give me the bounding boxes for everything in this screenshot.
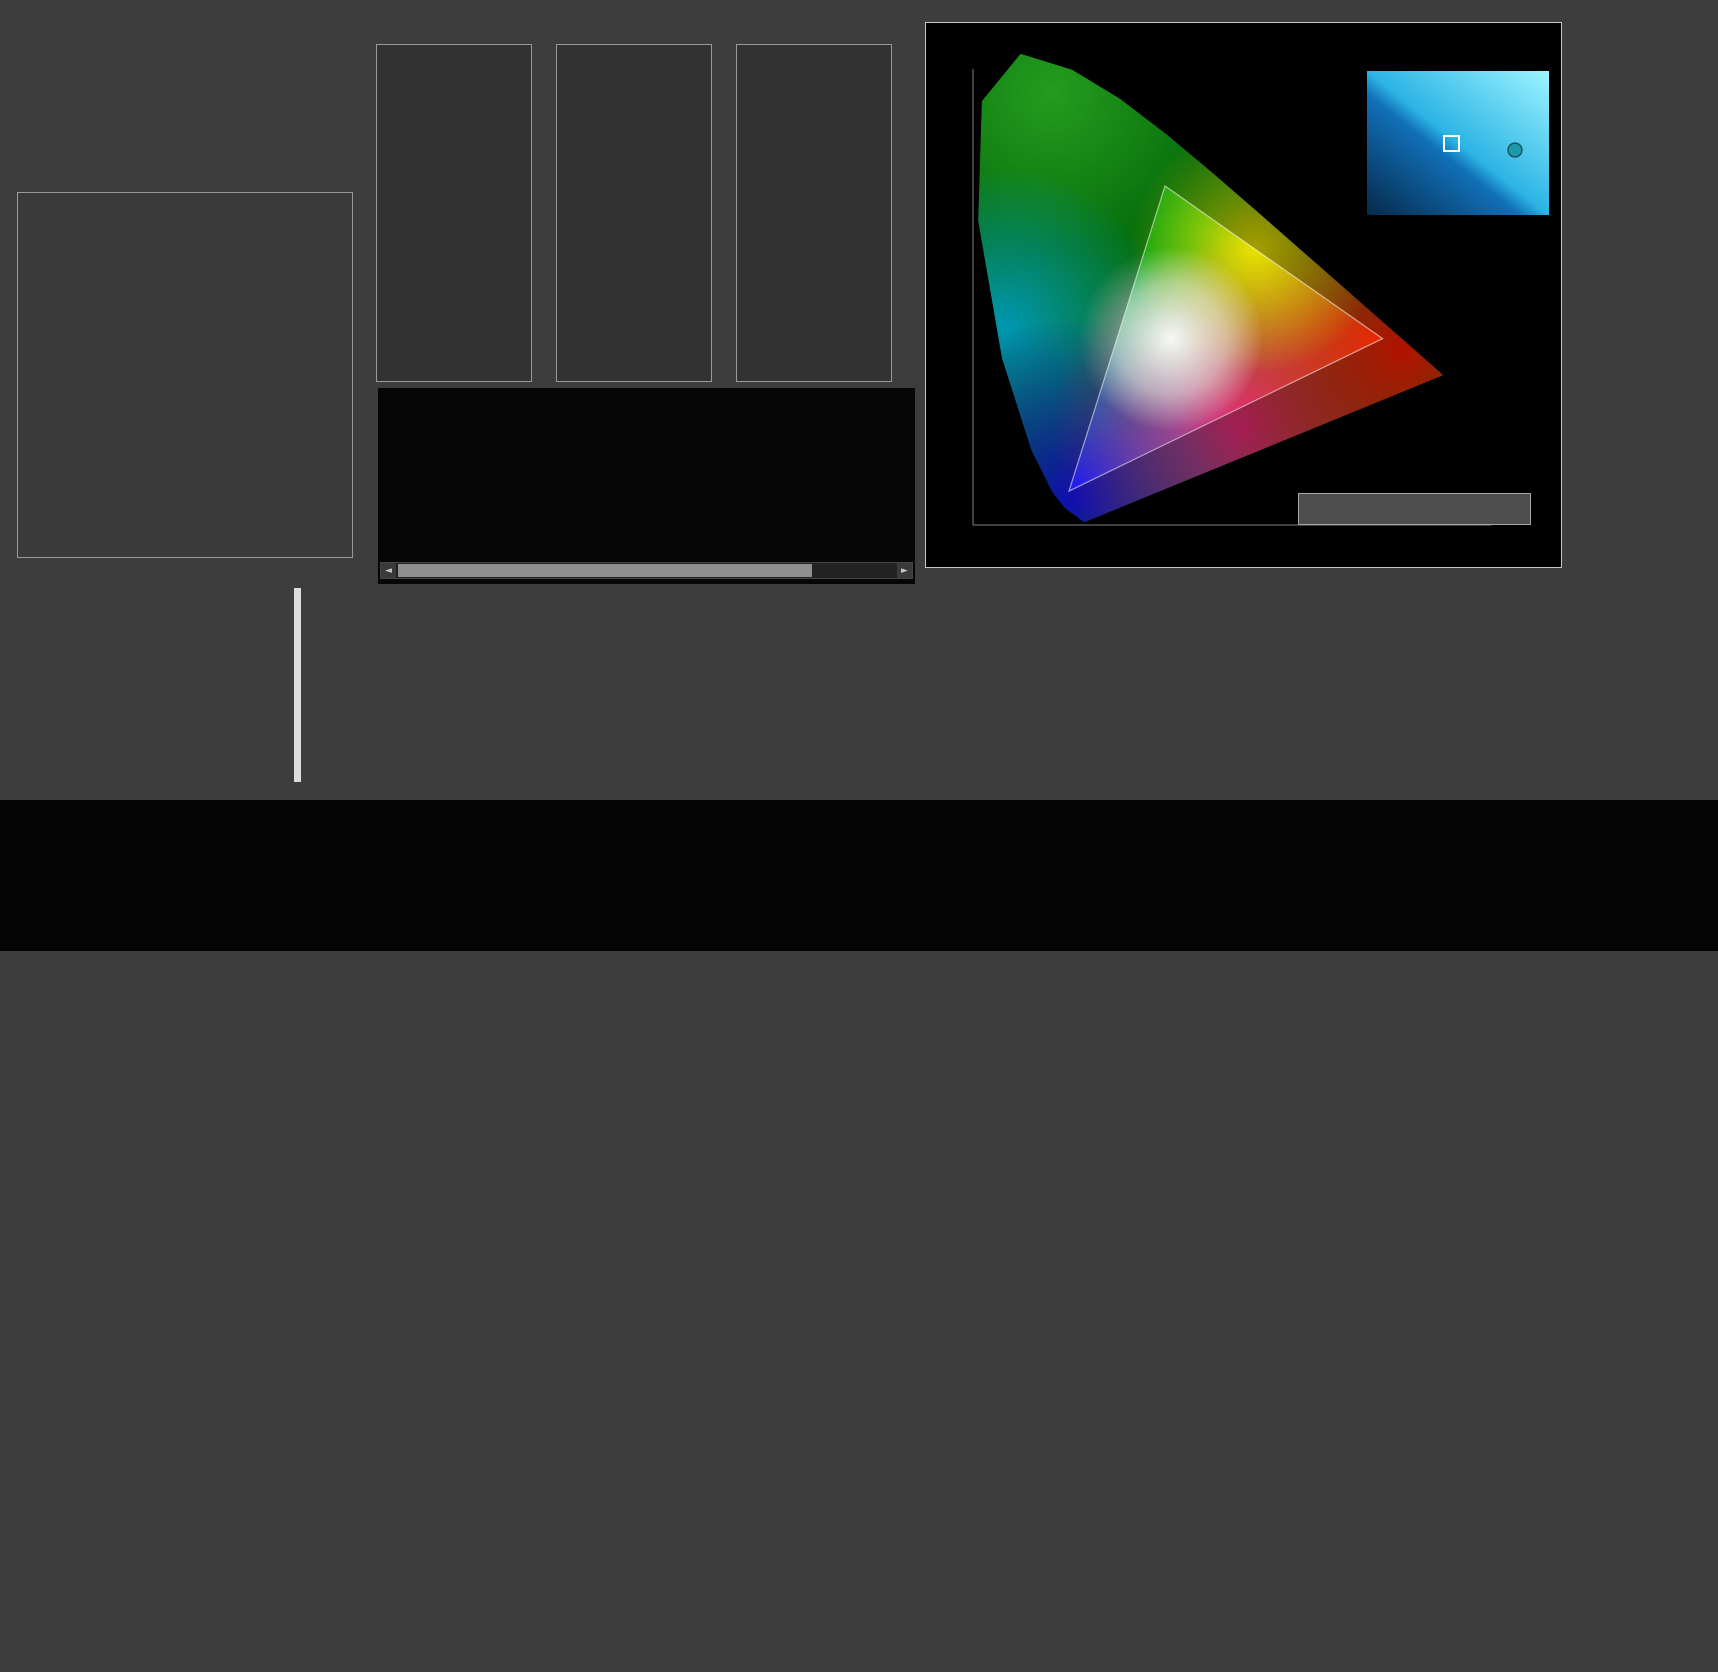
deltah-y-axis (710, 44, 732, 380)
deltac-plot-area (556, 44, 712, 382)
navigation-row (1288, 1642, 1353, 1672)
bottom-toolbar (0, 800, 1718, 951)
cie-chromaticity-diagram (931, 43, 1555, 563)
scroll-left-arrow-icon[interactable]: ◄ (381, 563, 396, 578)
deltac-chart-title (556, 24, 710, 40)
target-swatch-row (378, 462, 915, 522)
deltal-plot-area (376, 44, 532, 382)
deltac-y-axis (530, 44, 552, 380)
current-reading-panel (14, 592, 294, 608)
deltae2000-plot-area (17, 192, 353, 558)
deltal-y-axis (350, 44, 372, 380)
deltal-chart-title (376, 24, 530, 40)
deltae2000-chart-title (15, 172, 355, 188)
swatch-comparison-panel: ◄ ► (378, 388, 915, 584)
scrollbar-thumb[interactable] (398, 564, 812, 577)
deltah-chart-title (736, 24, 890, 40)
deltal-chart (350, 24, 532, 404)
cie-1931-panel (925, 22, 1562, 568)
cie-inset-preview (1367, 71, 1549, 215)
deltae2000-chart (15, 172, 355, 592)
actual-swatch-row (378, 392, 915, 452)
rgb-triplet-readout (1298, 493, 1531, 525)
deltae2000-x-axis (17, 564, 351, 578)
scroll-right-arrow-icon[interactable]: ► (897, 563, 912, 578)
deltac-chart (530, 24, 712, 404)
swatch-horizontal-scrollbar[interactable]: ◄ ► (380, 562, 913, 579)
deltah-chart (710, 24, 892, 404)
next-chevrons-button[interactable] (1692, 1642, 1708, 1672)
inset-measured-marker (1508, 143, 1522, 157)
header (22, 16, 352, 28)
table-vertical-scrollbar[interactable] (294, 588, 301, 782)
deltah-plot-area (736, 44, 892, 382)
swatch-column-labels (378, 526, 915, 542)
